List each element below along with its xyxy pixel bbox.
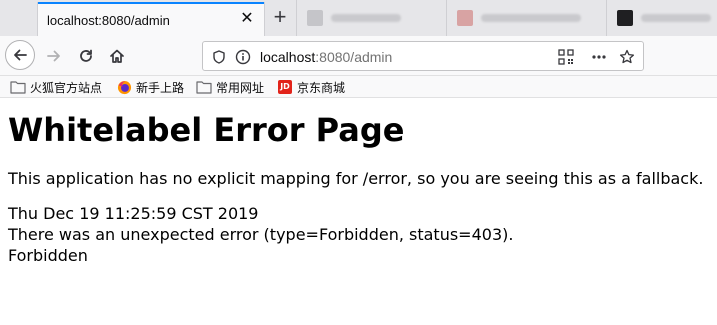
bookmark-item[interactable]: 火狐官方站点 <box>10 78 102 96</box>
qr-code-icon[interactable] <box>557 48 575 66</box>
bookmark-item[interactable]: 常用网址 <box>196 78 264 96</box>
error-timestamp: Thu Dec 19 11:25:59 CST 2019 <box>8 204 259 223</box>
home-button[interactable] <box>101 40 133 72</box>
back-button[interactable] <box>5 40 35 70</box>
url-bar[interactable]: localhost:8080/admin <box>202 41 644 71</box>
error-message: This application has no explicit mapping… <box>8 169 704 188</box>
navigation-toolbar: localhost:8080/admin <box>0 36 717 76</box>
tab-strip: localhost:8080/admin ✕ + <box>0 0 717 36</box>
error-status: Forbidden <box>8 246 88 265</box>
home-icon <box>110 49 124 63</box>
reload-button[interactable] <box>70 40 102 72</box>
forward-button[interactable] <box>38 40 70 72</box>
tab-active[interactable]: localhost:8080/admin ✕ <box>38 2 264 36</box>
page-title: Whitelabel Error Page <box>8 111 405 149</box>
tab-background[interactable] <box>446 0 606 36</box>
tab-title-blurred <box>481 14 581 22</box>
bookmark-label: 新手上路 <box>136 80 185 95</box>
folder-icon <box>196 79 212 95</box>
bookmarks-toolbar: 火狐官方站点 新手上路 常用网址 JD 京东商城 <box>0 76 717 98</box>
bookmark-item[interactable]: JD 京东商城 <box>277 78 345 96</box>
tab-background[interactable] <box>296 0 446 36</box>
forward-arrow-icon <box>47 50 60 62</box>
bookmark-item[interactable]: 新手上路 <box>116 78 184 96</box>
jd-icon: JD <box>277 79 293 95</box>
page-actions-icon[interactable] <box>590 48 608 66</box>
url-path: :8080/admin <box>315 49 393 65</box>
favicon-icon <box>307 10 323 26</box>
url-host: localhost <box>260 49 316 65</box>
bookmark-label: 京东商城 <box>297 80 346 95</box>
back-arrow-icon <box>14 49 27 61</box>
jd-logo-text: JD <box>278 80 292 94</box>
info-icon[interactable] <box>234 48 252 66</box>
bookmark-label: 常用网址 <box>216 80 265 95</box>
tab-title-blurred <box>641 14 711 22</box>
error-details: Thu Dec 19 11:25:59 CST 2019 There was a… <box>8 203 708 266</box>
new-tab-icon[interactable]: + <box>268 5 292 29</box>
bookmark-star-icon[interactable] <box>618 48 636 66</box>
folder-icon <box>10 79 26 95</box>
favicon-icon <box>617 10 633 26</box>
tab-background[interactable] <box>606 0 717 36</box>
page-content: Whitelabel Error Page This application h… <box>8 98 708 266</box>
tab-title: localhost:8080/admin <box>47 13 170 28</box>
error-line: There was an unexpected error (type=Forb… <box>8 225 514 244</box>
tab-title-blurred <box>331 14 401 22</box>
favicon-icon <box>457 10 473 26</box>
firefox-icon <box>116 79 132 95</box>
reload-icon <box>80 49 92 62</box>
bookmark-label: 火狐官方站点 <box>30 80 103 95</box>
tab-close-icon[interactable]: ✕ <box>238 10 256 28</box>
shield-icon[interactable] <box>210 48 228 66</box>
url-text[interactable]: localhost:8080/admin <box>260 49 392 65</box>
